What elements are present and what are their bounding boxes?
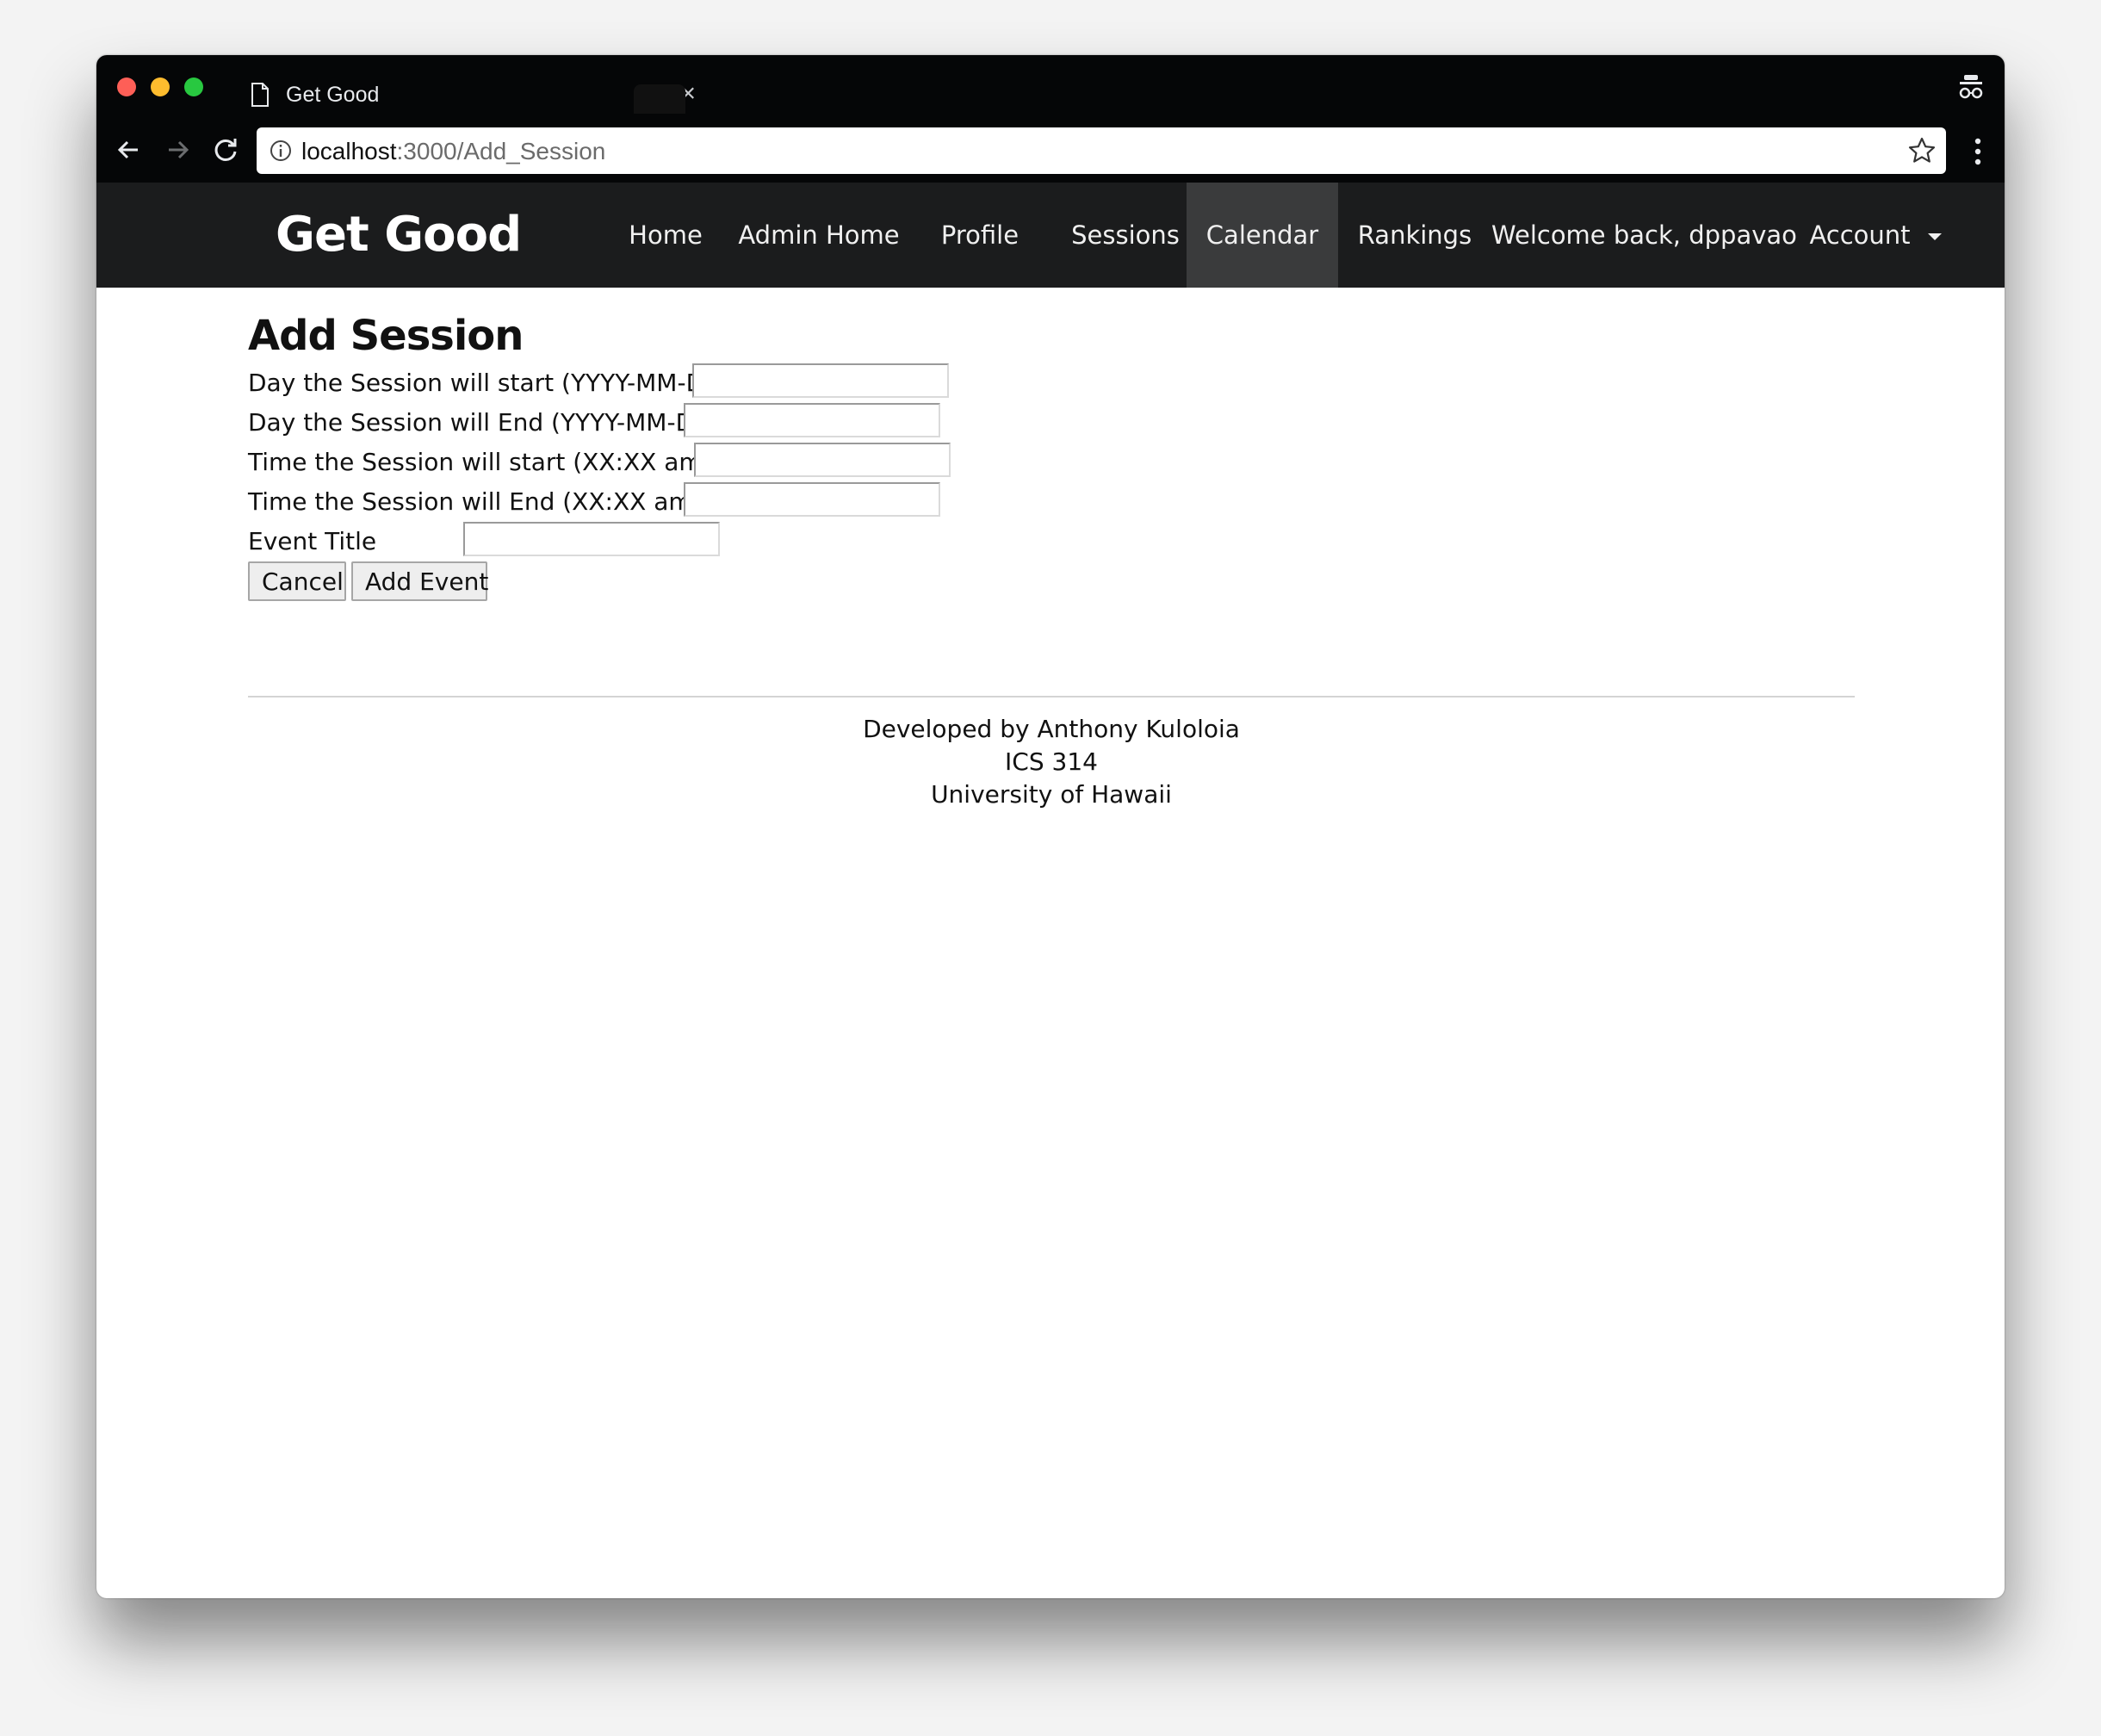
close-window-button[interactable] bbox=[117, 78, 136, 96]
new-tab-button[interactable] bbox=[634, 84, 685, 114]
url-text[interactable]: localhost:3000/Add_Session bbox=[301, 138, 605, 165]
page-title: Add Session bbox=[248, 312, 524, 360]
event-title-label: Event Title bbox=[248, 527, 377, 555]
nav-item-home[interactable]: Home bbox=[604, 183, 727, 288]
add-event-button[interactable]: Add Event bbox=[351, 561, 488, 601]
start-time-input[interactable] bbox=[694, 443, 951, 477]
footer-university: University of Hawaii bbox=[931, 780, 1172, 809]
footer-developer: Developed by Anthony Kuloloia bbox=[863, 715, 1240, 743]
back-arrow-icon[interactable] bbox=[112, 133, 146, 167]
nav-item-admin-home[interactable]: Admin Home bbox=[727, 183, 911, 288]
url-host: localhost bbox=[301, 138, 397, 164]
end-time-label: Time the Session will End (XX:XX am/pm) bbox=[248, 487, 749, 516]
end-time-input[interactable] bbox=[684, 482, 940, 517]
url-path: :3000/Add_Session bbox=[396, 138, 606, 164]
footer-course: ICS 314 bbox=[1005, 747, 1098, 776]
more-options-icon[interactable] bbox=[1974, 134, 1982, 169]
browser-window: Get Good × localhost:3000/Add_Session Ge… bbox=[96, 55, 2005, 1598]
nav-item-account[interactable]: Account bbox=[1784, 183, 1967, 288]
maximize-window-button[interactable] bbox=[184, 78, 203, 96]
browser-titlebar: Get Good × bbox=[96, 55, 2005, 119]
nav-item-rankings[interactable]: Rankings bbox=[1338, 183, 1491, 288]
page-footer: Developed by Anthony Kuloloia ICS 314 Un… bbox=[248, 713, 1855, 811]
form-actions: Cancel Add Event bbox=[248, 561, 592, 601]
page-icon bbox=[251, 83, 269, 107]
start-time-label: Time the Session will start (XX:XX am/pm… bbox=[248, 448, 759, 476]
end-day-label: Day the Session will End (YYYY-MM-DD) bbox=[248, 408, 722, 437]
caret-down-icon bbox=[1927, 233, 1942, 240]
start-day-label: Day the Session will start (YYYY-MM-DD) bbox=[248, 369, 733, 397]
info-icon[interactable] bbox=[269, 139, 293, 163]
forward-arrow-icon[interactable] bbox=[160, 133, 195, 167]
event-title-input[interactable] bbox=[463, 522, 720, 556]
site-brand[interactable]: Get Good bbox=[276, 207, 522, 263]
cancel-button[interactable]: Cancel bbox=[248, 561, 346, 601]
account-label: Account bbox=[1809, 220, 1911, 250]
nav-item-profile[interactable]: Profile bbox=[911, 183, 1049, 288]
nav-item-sessions[interactable]: Sessions bbox=[1049, 183, 1202, 288]
site-navbar: Get Good Home Admin Home Profile Session… bbox=[96, 183, 2005, 288]
start-day-input[interactable] bbox=[692, 363, 949, 398]
tab-title: Get Good bbox=[286, 83, 380, 107]
end-day-input[interactable] bbox=[684, 403, 940, 437]
nav-item-welcome: Welcome back, dppavao bbox=[1491, 220, 1797, 250]
nav-item-calendar[interactable]: Calendar bbox=[1187, 183, 1338, 288]
footer-divider bbox=[248, 696, 1855, 698]
minimize-window-button[interactable] bbox=[151, 78, 170, 96]
bookmark-star-icon[interactable] bbox=[1906, 135, 1937, 166]
incognito-icon bbox=[1959, 75, 1983, 99]
reload-icon[interactable] bbox=[208, 133, 243, 167]
address-bar[interactable]: localhost:3000/Add_Session bbox=[257, 127, 1946, 174]
browser-toolbar: localhost:3000/Add_Session bbox=[96, 119, 2005, 183]
